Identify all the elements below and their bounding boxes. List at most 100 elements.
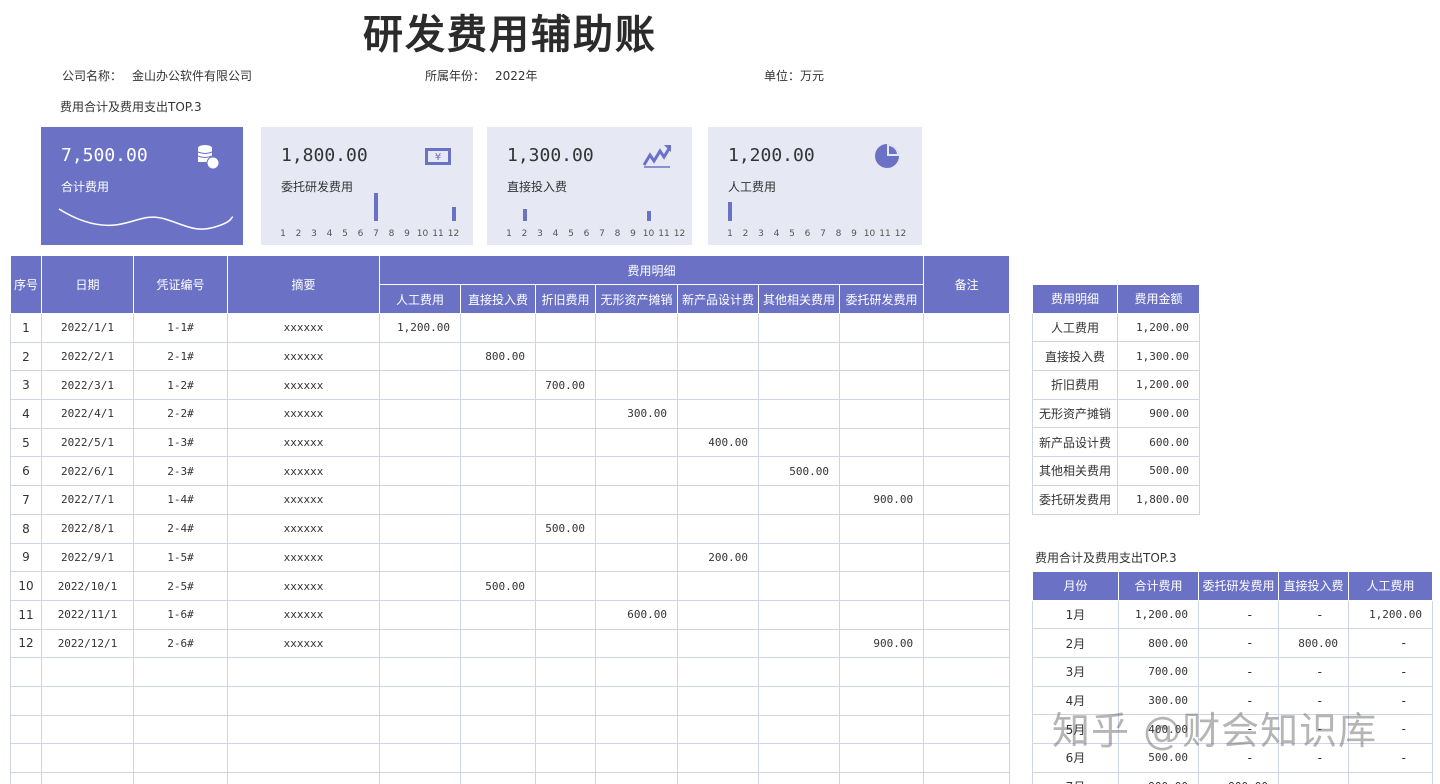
- cell-voucher: 2-6#: [133, 628, 228, 659]
- cell-voucher: 2-2#: [133, 399, 228, 429]
- empty-cell: [923, 657, 1011, 687]
- cell-remark: [923, 628, 1011, 659]
- empty-cell: [133, 714, 228, 745]
- top3-month: 2月: [1032, 628, 1119, 659]
- cell-date: 2022/7/1: [41, 485, 134, 515]
- empty-cell: [41, 772, 134, 784]
- top3-amount: -: [1348, 657, 1433, 687]
- cell-amount: [595, 571, 678, 601]
- cell-voucher: 2-5#: [133, 571, 228, 601]
- cell-amount: [379, 370, 461, 401]
- card-label: 合计费用: [61, 180, 110, 194]
- cell-seq: 9: [10, 542, 42, 573]
- cell-amount: [758, 628, 840, 659]
- table-row: 9 2022/9/1 1-5# xxxxxx 200.00: [10, 542, 1011, 573]
- cell-seq: 3: [10, 370, 42, 401]
- cell-amount: [838, 513, 925, 544]
- card-entrusted-rd: 1,800.00 委托研发费用 ¥ 1 2 3 4 5 6 7 8 9 10 11 12: [261, 127, 473, 245]
- top3-amount: -: [1198, 599, 1279, 630]
- cell-amount: [460, 427, 536, 458]
- table-row: 2 2022/2/1 2-1# xxxxxx 800.00: [10, 341, 1011, 372]
- summary-amount: 1,200.00: [1117, 312, 1200, 343]
- sparkline: [58, 208, 234, 230]
- table-row-empty: [10, 743, 1011, 773]
- top3-amount: 700.00: [1118, 657, 1199, 687]
- mini-tick: 6: [583, 229, 590, 239]
- cell-amount: [535, 485, 596, 515]
- empty-cell: [379, 685, 461, 716]
- unit-label: 单位：: [764, 69, 801, 83]
- cell-amount: [595, 341, 678, 372]
- mini-bar-chart: 1 2 3 4 5 6 7 8 9 10 11 12: [275, 193, 459, 243]
- mini-tick: 2: [295, 229, 302, 239]
- empty-cell: [677, 772, 759, 784]
- header-summary: 摘要: [227, 255, 380, 314]
- cell-amount: 500.00: [535, 513, 596, 544]
- card-total: 7,500.00 合计费用: [41, 127, 243, 245]
- mini-tick: 8: [388, 229, 395, 239]
- cell-remark: [923, 599, 1011, 630]
- cell-voucher: 1-4#: [133, 485, 228, 515]
- year-label: 所属年份：: [425, 69, 486, 83]
- cell-summary: xxxxxx: [227, 456, 380, 487]
- mini-tick: 3: [537, 229, 543, 239]
- empty-cell: [227, 772, 380, 784]
- table-row: 4 2022/4/1 2-2# xxxxxx 300.00: [10, 399, 1011, 429]
- company-value: 金山办公软件有限公司: [132, 69, 253, 83]
- cell-amount: [460, 399, 536, 429]
- empty-cell: [758, 685, 840, 716]
- cell-amount: [535, 313, 596, 343]
- empty-cell: [923, 743, 1011, 773]
- cell-summary: xxxxxx: [227, 485, 380, 515]
- mini-tick: 8: [614, 229, 621, 239]
- mini-tick: 12: [894, 229, 907, 239]
- table-row: 1 2022/1/1 1-1# xxxxxx 1,200.00: [10, 313, 1011, 343]
- cell-amount: [758, 571, 840, 601]
- cell-summary: xxxxxx: [227, 399, 380, 429]
- cell-amount: [838, 456, 925, 487]
- table-row-empty: [10, 772, 1011, 784]
- cell-amount: 500.00: [460, 571, 536, 601]
- empty-cell: [535, 772, 596, 784]
- cell-amount: [460, 313, 536, 343]
- cell-amount: [677, 485, 759, 515]
- cell-amount: [677, 599, 759, 630]
- card-labor: 1,200.00 人工费用 1 2 3 4 5 6 7 8 9 10 11 12: [708, 127, 922, 245]
- card-value: 1,300.00: [507, 145, 594, 166]
- cell-amount: [379, 341, 461, 372]
- cell-amount: [595, 513, 678, 544]
- cell-amount: [758, 427, 840, 458]
- cell-amount: [838, 313, 925, 343]
- mini-tick: 7: [373, 229, 379, 239]
- header-remark: 备注: [923, 255, 1011, 314]
- summary-item: 人工费用: [1032, 312, 1118, 343]
- summary-row: 其他相关费用 500.00: [1032, 456, 1200, 486]
- card-direct-input: 1,300.00 直接投入费 1 2 3 4 5 6 7 8 9 10 11 12: [487, 127, 692, 245]
- summary-item: 直接投入费: [1032, 341, 1118, 372]
- expense-summary-table: 费用明细 费用金额 人工费用 1,200.00 直接投入费 1,300.00 折旧费用 1,…: [1032, 284, 1200, 515]
- cell-seq: 6: [10, 456, 42, 487]
- empty-cell: [10, 772, 42, 784]
- empty-cell: [595, 685, 678, 716]
- cell-amount: [379, 456, 461, 487]
- cell-amount: 300.00: [595, 399, 678, 429]
- cell-amount: [758, 399, 840, 429]
- mini-tick: 5: [568, 229, 574, 239]
- empty-cell: [10, 714, 42, 745]
- table-row: 5 2022/5/1 1-3# xxxxxx 400.00: [10, 427, 1011, 458]
- empty-cell: [923, 772, 1011, 784]
- cell-amount: [595, 313, 678, 343]
- header-seq: 序号: [10, 255, 42, 314]
- empty-cell: [758, 714, 840, 745]
- mini-tick: 9: [630, 229, 636, 239]
- cell-amount: [838, 341, 925, 372]
- table-row: 11 2022/11/1 1-6# xxxxxx 600.00: [10, 599, 1011, 630]
- mini-tick: 2: [521, 229, 528, 239]
- empty-cell: [133, 743, 228, 773]
- cell-amount: [838, 542, 925, 573]
- empty-cell: [227, 743, 380, 773]
- empty-cell: [379, 714, 461, 745]
- sub-header: 人工费用: [379, 284, 461, 314]
- mini-tick: 2: [742, 229, 749, 239]
- ledger-table: 序号 日期 凭证编号 摘要 费用明细 备注 人工费用 直接投入费 折旧费用 无形资产摊…: [10, 255, 1011, 784]
